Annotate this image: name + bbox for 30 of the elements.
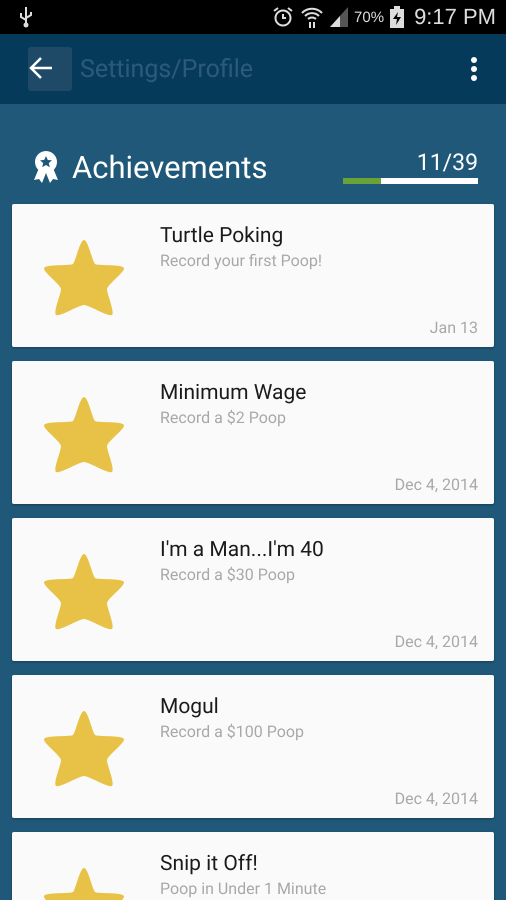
achievement-date: Dec 4, 2014	[394, 789, 478, 808]
usb-icon	[18, 6, 34, 28]
back-arrow-icon[interactable]	[28, 55, 54, 81]
battery-percentage: 70%	[354, 8, 384, 26]
wifi-icon	[300, 6, 324, 28]
achievement-description: Poop in Under 1 Minute	[160, 878, 328, 900]
star-icon	[42, 238, 126, 318]
star-icon	[42, 709, 126, 789]
achievement-title: Minimum Wage	[160, 380, 308, 407]
alarm-icon	[272, 6, 294, 28]
overflow-menu-icon[interactable]	[470, 56, 478, 82]
clock-time: 9:17 PM	[414, 4, 496, 30]
achievement-date: Jan 13	[430, 318, 478, 337]
achievement-title: Turtle Poking	[160, 223, 284, 250]
achievement-count: 11/39	[416, 150, 478, 176]
star-icon	[42, 552, 126, 632]
section-title: Achievements	[72, 148, 268, 186]
achievement-description: Record a $2 Poop	[160, 407, 287, 429]
signal-icon	[330, 7, 348, 27]
achievement-title: Snip it Off!	[160, 851, 259, 878]
ribbon-badge-icon	[32, 150, 60, 184]
battery-charging-icon	[390, 6, 404, 28]
achievement-description: Record a $30 Poop	[160, 564, 296, 586]
achievement-title: I'm a Man...I'm 40	[160, 537, 325, 564]
achievement-title: Mogul	[160, 694, 220, 721]
star-icon	[42, 395, 126, 475]
achievement-description: Record a $100 Poop	[160, 721, 305, 743]
achievement-date: Dec 4, 2014	[394, 475, 478, 494]
achievement-description: Record your first Poop!	[160, 250, 323, 272]
achievement-date: Dec 4, 2014	[394, 632, 478, 651]
